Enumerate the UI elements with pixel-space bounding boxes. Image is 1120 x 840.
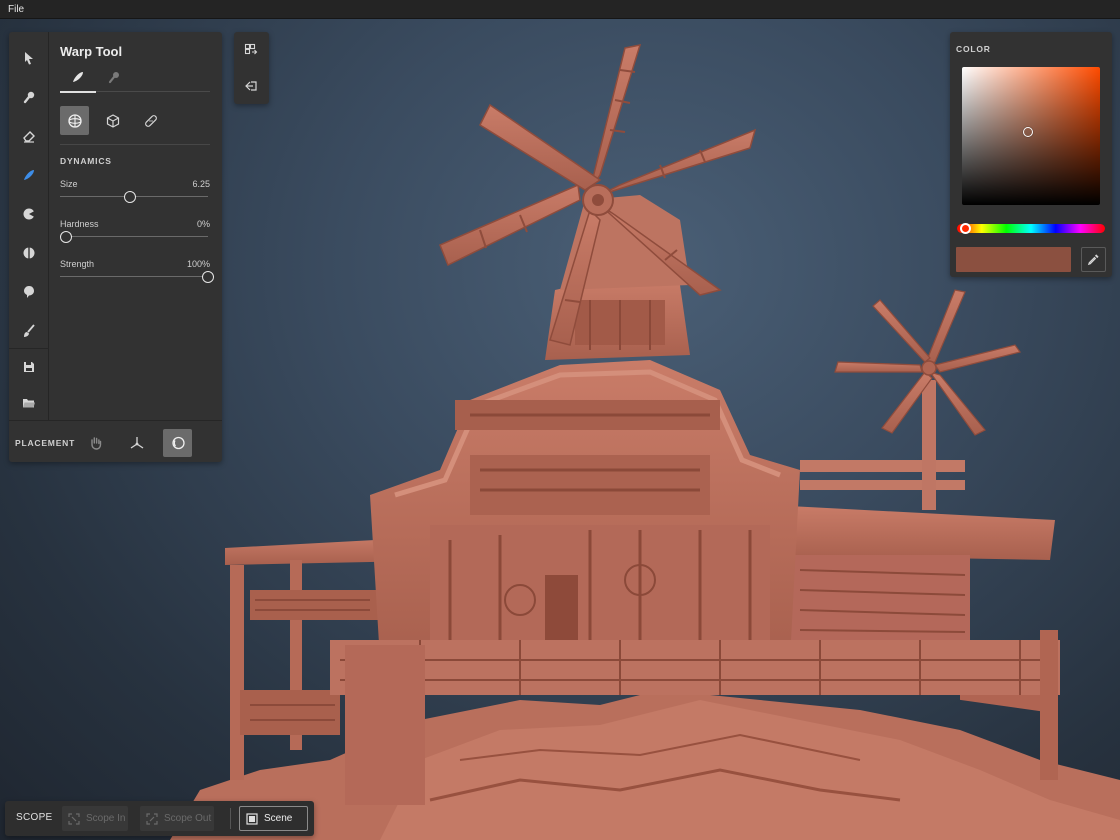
slider-label: Size [60, 179, 78, 189]
bandage-icon [144, 114, 157, 127]
scope-out-label: Scope Out [164, 813, 212, 824]
eyedropper-icon [1087, 254, 1099, 266]
mode-cube-button[interactable] [98, 106, 127, 135]
hand-icon [90, 437, 101, 450]
scope-bar: SCOPE Scope In Scope Out Scene [5, 801, 314, 836]
paint-tool-button[interactable] [17, 85, 41, 109]
brush-tabs [60, 70, 210, 93]
slider-value: 6.25 [192, 179, 210, 189]
tool-settings: Warp Tool DYNAMICS Size 6.25 Hardness 0%… [49, 32, 222, 420]
scene-icon [246, 812, 258, 825]
mode-bandage-button[interactable] [136, 106, 165, 135]
fill-tool-button[interactable] [17, 202, 41, 226]
scope-heading: SCOPE [16, 812, 53, 823]
balloon-icon [24, 286, 34, 298]
layers-icon [244, 43, 258, 55]
hue-slider-thumb[interactable] [959, 223, 971, 234]
brush-tip-icon [108, 72, 119, 84]
exit-icon [245, 81, 257, 91]
warp-brush-icon [24, 170, 34, 180]
hardness-slider[interactable]: Hardness 0% [60, 219, 210, 249]
toolstrip-divider [9, 348, 49, 349]
open-button[interactable] [17, 391, 41, 415]
fill-icon [23, 208, 35, 220]
scope-in-icon [68, 812, 80, 825]
mode-sphere-button[interactable] [60, 106, 89, 135]
size-slider[interactable]: Size 6.25 [60, 179, 210, 209]
menu-file[interactable]: File [8, 4, 24, 15]
slider-track[interactable] [60, 276, 208, 277]
slider-value: 0% [196, 219, 210, 229]
tab-alt-brush[interactable] [96, 70, 132, 92]
placement-axis-button[interactable] [122, 429, 151, 457]
dynamics-heading: DYNAMICS [60, 156, 112, 166]
tab-warp-brush[interactable] [60, 70, 96, 93]
secondary-toolbar [234, 32, 269, 104]
warp-tool-button[interactable] [17, 163, 41, 187]
erase-tool-button[interactable] [17, 124, 41, 148]
placement-heading: PLACEMENT [15, 438, 76, 448]
folder-icon [23, 399, 35, 408]
balloon-tool-button[interactable] [17, 280, 41, 304]
paint-brush-icon [23, 91, 35, 104]
arrow-cursor-icon [25, 52, 33, 65]
color-panel: COLOR [950, 32, 1112, 277]
eyedropper-button[interactable] [1081, 247, 1106, 272]
slider-thumb[interactable] [123, 191, 136, 203]
saturation-value-picker[interactable] [962, 67, 1100, 205]
current-color-swatch[interactable] [956, 247, 1071, 272]
sphere-icon [67, 113, 82, 128]
placement-hand-button[interactable] [81, 429, 110, 457]
menu-bar: File [0, 0, 1120, 19]
save-button[interactable] [17, 355, 41, 379]
slider-label: Hardness [60, 219, 99, 229]
cube-icon [106, 113, 119, 128]
brush-icon [24, 324, 35, 337]
select-tool-button[interactable] [17, 46, 41, 70]
slider-label: Strength [60, 259, 95, 269]
scope-divider [230, 808, 231, 829]
tool-title: Warp Tool [60, 44, 123, 59]
symmetry-icon [23, 247, 35, 259]
color-picker-thumb[interactable] [1023, 126, 1034, 137]
placement-bar: PLACEMENT [9, 420, 222, 462]
symmetry-tool-button[interactable] [17, 241, 41, 265]
scope-out-button[interactable]: Scope Out [140, 806, 214, 831]
tool-strip [9, 32, 49, 420]
axis-icon [130, 437, 143, 449]
save-icon [24, 362, 34, 372]
slider-value: 100% [186, 259, 210, 269]
scope-in-label: Scope In [86, 813, 126, 824]
placement-surface-button[interactable] [163, 429, 192, 457]
slider-track[interactable] [60, 236, 208, 237]
scope-in-button[interactable]: Scope In [62, 806, 128, 831]
tool-panel: Warp Tool DYNAMICS Size 6.25 Hardness 0%… [9, 32, 222, 462]
slider-thumb[interactable] [60, 231, 72, 243]
smudge-tool-button[interactable] [17, 319, 41, 343]
hue-slider[interactable] [957, 223, 1105, 234]
color-heading: COLOR [956, 44, 991, 54]
panel-divider [60, 144, 210, 145]
slider-thumb[interactable] [202, 271, 214, 283]
strength-slider[interactable]: Strength 100% [60, 259, 214, 289]
warp-brush-icon [73, 72, 83, 82]
eraser-icon [23, 131, 35, 143]
scope-out-icon [146, 812, 158, 825]
layers-button[interactable] [239, 38, 263, 62]
scene-label: Scene [264, 813, 293, 824]
surface-snap-icon [171, 436, 185, 450]
scene-button[interactable]: Scene [239, 806, 308, 831]
exit-button[interactable] [239, 74, 263, 98]
